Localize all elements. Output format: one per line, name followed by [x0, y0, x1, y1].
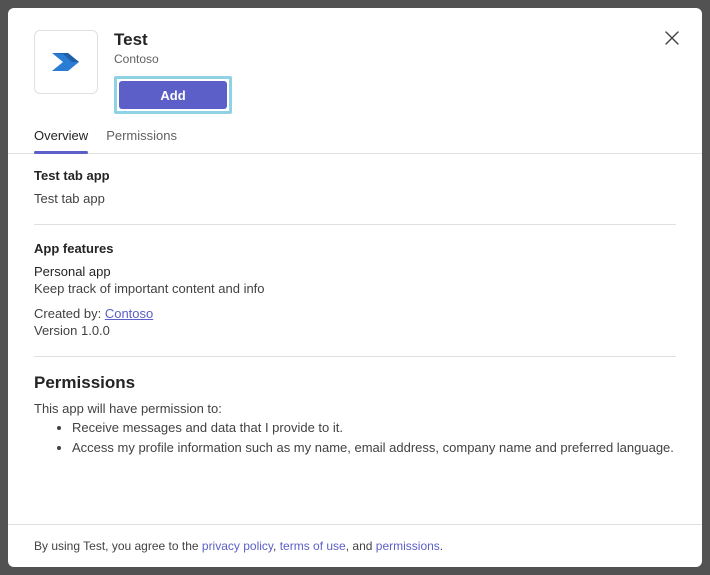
permissions-list: Receive messages and data that I provide…	[34, 418, 676, 457]
section-test-tab: Test tab app Test tab app	[34, 168, 676, 225]
app-icon	[34, 30, 98, 94]
footer-suffix: .	[440, 539, 443, 553]
created-by-label: Created by:	[34, 306, 105, 321]
permissions-heading: Permissions	[34, 373, 676, 393]
feature-subtype: Personal app	[34, 264, 676, 279]
footer-sep: , and	[346, 539, 376, 553]
dialog-footer: By using Test, you agree to the privacy …	[8, 524, 702, 567]
feature-desc: Keep track of important content and info	[34, 281, 676, 296]
version: Version 1.0.0	[34, 323, 676, 338]
footer-prefix: By using Test, you agree to the	[34, 539, 202, 553]
features-heading: App features	[34, 241, 676, 256]
dialog-content: Test tab app Test tab app App features P…	[8, 154, 702, 524]
app-install-dialog: Test Contoso Add Overview Permissions Te…	[8, 8, 702, 567]
tabs: Overview Permissions	[8, 114, 702, 154]
dialog-header: Test Contoso Add	[8, 8, 702, 114]
header-info: Test Contoso Add	[114, 30, 232, 114]
add-button-highlight: Add	[114, 76, 232, 114]
permission-item: Receive messages and data that I provide…	[72, 418, 676, 438]
test-tab-heading: Test tab app	[34, 168, 676, 183]
tab-overview[interactable]: Overview	[34, 128, 88, 153]
permission-item: Access my profile information such as my…	[72, 438, 676, 458]
privacy-policy-link[interactable]: privacy policy	[202, 539, 273, 553]
permissions-intro: This app will have permission to:	[34, 401, 676, 416]
tab-permissions[interactable]: Permissions	[106, 128, 177, 153]
app-publisher: Contoso	[114, 52, 232, 66]
test-tab-desc: Test tab app	[34, 191, 676, 206]
created-by-link[interactable]: Contoso	[105, 306, 153, 321]
terms-of-use-link[interactable]: terms of use	[280, 539, 346, 553]
footer-sep: ,	[273, 539, 280, 553]
section-permissions: Permissions This app will have permissio…	[34, 373, 676, 475]
permissions-link[interactable]: permissions	[376, 539, 440, 553]
section-app-features: App features Personal app Keep track of …	[34, 241, 676, 357]
add-button[interactable]: Add	[119, 81, 227, 109]
app-title: Test	[114, 30, 232, 50]
close-button[interactable]	[660, 26, 684, 50]
app-logo-icon	[46, 42, 86, 82]
close-icon	[665, 31, 679, 45]
created-by: Created by: Contoso	[34, 306, 676, 321]
